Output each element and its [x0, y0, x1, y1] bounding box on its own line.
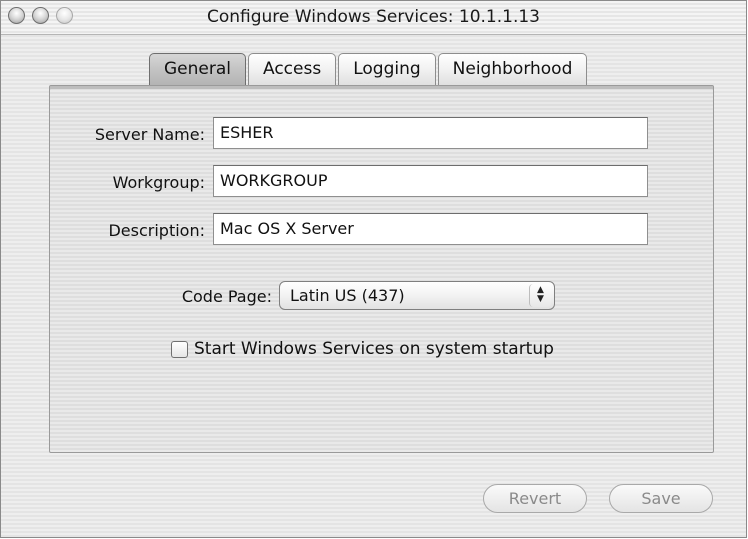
tab-neighborhood[interactable]: Neighborhood	[437, 53, 588, 85]
server-name-field[interactable]: ESHER	[213, 117, 648, 149]
code-page-popup[interactable]: Latin US (437) ▲ ▼	[279, 281, 555, 310]
startup-checkbox-label[interactable]: Start Windows Services on system startup	[194, 339, 554, 359]
save-button[interactable]: Save	[609, 484, 713, 513]
workgroup-field[interactable]: WORKGROUP	[213, 165, 648, 197]
description-label: Description:	[108, 221, 205, 240]
tab-bar: General Access Logging Neighborhood	[149, 53, 589, 86]
startup-checkbox[interactable]	[171, 341, 188, 358]
description-field[interactable]: Mac OS X Server	[213, 213, 648, 245]
up-down-arrows-icon: ▲ ▼	[529, 284, 551, 307]
workgroup-label: Workgroup:	[112, 173, 205, 192]
tab-access[interactable]: Access	[248, 53, 337, 85]
code-page-selected-value: Latin US (437)	[290, 286, 405, 305]
server-name-label: Server Name:	[94, 125, 205, 144]
tab-general[interactable]: General	[149, 53, 246, 85]
window-title: Configure Windows Services: 10.1.1.13	[206, 7, 540, 27]
code-page-label: Code Page:	[181, 287, 272, 306]
tab-logging[interactable]: Logging	[338, 53, 436, 85]
configure-windows-services-window: Configure Windows Services: 10.1.1.13 Ge…	[0, 0, 747, 538]
revert-button[interactable]: Revert	[483, 484, 587, 513]
title-bar[interactable]: Configure Windows Services: 10.1.1.13	[1, 1, 746, 35]
